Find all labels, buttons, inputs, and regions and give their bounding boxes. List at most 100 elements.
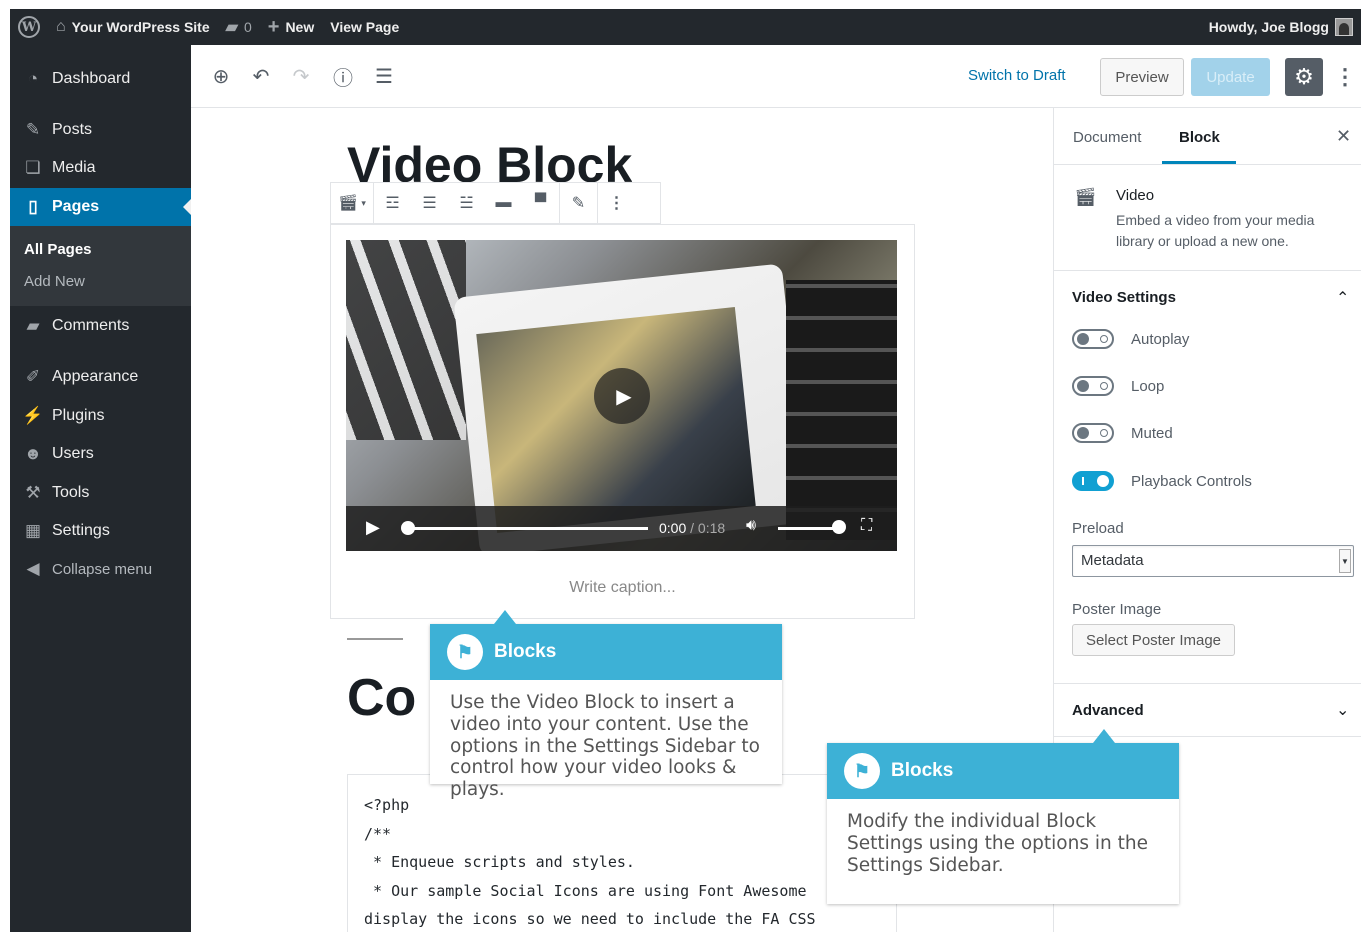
wordpress-logo-button[interactable]: W bbox=[10, 9, 48, 45]
progress-handle[interactable] bbox=[401, 521, 415, 535]
play-overlay-icon[interactable]: ▶ bbox=[594, 368, 650, 424]
my-account-link[interactable]: Howdy, Joe Blogg bbox=[1201, 9, 1361, 45]
time-display: 0:00 / 0:18 bbox=[659, 520, 725, 536]
post-title[interactable]: Video Block bbox=[347, 134, 632, 186]
align-left-icon[interactable]: ☲ bbox=[374, 183, 411, 223]
autoplay-label: Autoplay bbox=[1131, 331, 1190, 348]
blocks-callout-video: ⚑ Blocks Use the Video Block to insert a … bbox=[430, 610, 782, 800]
preload-select[interactable]: Metadata ▼ bbox=[1072, 545, 1354, 577]
block-card: 🎬︎ Video Embed a video from your media l… bbox=[1054, 165, 1361, 271]
switch-to-draft-link[interactable]: Switch to Draft bbox=[968, 67, 1066, 84]
settings-gear-button[interactable]: ⚙ bbox=[1285, 58, 1323, 96]
menu-item-users[interactable]: ☻ Users bbox=[10, 435, 191, 473]
menu-label: Plugins bbox=[52, 407, 105, 424]
menu-item-posts[interactable]: ✎ Posts bbox=[10, 111, 191, 149]
menu-item-dashboard[interactable]: ◔ Dashboard bbox=[10, 60, 191, 98]
flag-icon: ⚑ bbox=[844, 753, 880, 789]
plus-icon: + bbox=[267, 15, 280, 38]
callout-pointer bbox=[1093, 729, 1115, 743]
blocks-callout-settings: ⚑ Blocks Modify the individual Block Sett… bbox=[827, 729, 1179, 904]
update-button[interactable]: Update bbox=[1191, 58, 1270, 96]
new-label: New bbox=[285, 19, 315, 35]
pages-icon: ▯ bbox=[28, 197, 38, 216]
active-tab-indicator bbox=[1162, 161, 1236, 164]
code-line: * Enqueue scripts and styles. bbox=[364, 853, 635, 872]
preview-button[interactable]: Preview bbox=[1100, 58, 1184, 96]
select-poster-image-button[interactable]: Select Poster Image bbox=[1072, 624, 1235, 656]
site-name-link[interactable]: ⌂ Your WordPress Site bbox=[48, 9, 218, 45]
align-right-icon[interactable]: ☱ bbox=[448, 183, 485, 223]
close-icon[interactable]: ✕ bbox=[1336, 126, 1351, 147]
submenu-all-pages[interactable]: All Pages bbox=[24, 241, 92, 258]
menu-item-media[interactable]: ❏ Media bbox=[10, 149, 191, 187]
separator-block[interactable] bbox=[347, 638, 403, 640]
site-name-label: Your WordPress Site bbox=[71, 19, 210, 35]
playback-controls-toggle[interactable] bbox=[1072, 471, 1114, 491]
menu-label: Appearance bbox=[52, 368, 139, 385]
video-controls: ▶ 0:00 / 0:18 🔊︎ ⛶ bbox=[346, 506, 897, 551]
video-frame bbox=[786, 280, 897, 540]
menu-item-pages[interactable]: ▯ Pages bbox=[10, 188, 191, 226]
align-full-icon[interactable]: ▀ bbox=[522, 183, 559, 223]
muted-toggle[interactable] bbox=[1072, 423, 1114, 443]
redo-icon[interactable]: ↷ bbox=[288, 63, 314, 89]
flag-icon: ⚑ bbox=[447, 634, 483, 670]
comments-link[interactable]: ▰ 0 bbox=[218, 9, 260, 45]
align-wide-icon[interactable]: ▬ bbox=[485, 183, 522, 223]
edit-pencil-icon[interactable]: ✎ bbox=[560, 183, 597, 223]
menu-item-plugins[interactable]: ⚡ Plugins bbox=[10, 397, 191, 435]
comments-count: 0 bbox=[243, 19, 252, 35]
volume-icon[interactable]: 🔊︎ bbox=[746, 517, 756, 535]
editor-toolbar: ⊕ ↶ ↷ ⓘ ☰ Switch to Draft Preview Update… bbox=[191, 45, 1361, 108]
dashboard-icon: ◔ bbox=[27, 69, 39, 88]
callout-title: Blocks bbox=[891, 760, 954, 781]
menu-label: Pages bbox=[52, 198, 100, 215]
block-more-options-icon[interactable]: ⋮ bbox=[598, 183, 635, 223]
callout-body: Modify the individual Block Settings usi… bbox=[847, 811, 1148, 876]
chevron-down-icon[interactable]: ⌄ bbox=[1336, 700, 1349, 720]
submenu-add-new[interactable]: Add New bbox=[24, 273, 85, 290]
caption-input[interactable]: Write caption... bbox=[330, 579, 915, 597]
chevron-up-icon[interactable]: ⌃ bbox=[1336, 288, 1349, 308]
loop-label: Loop bbox=[1131, 378, 1165, 395]
collapse-menu-button[interactable]: ◀ Collapse menu bbox=[10, 550, 191, 588]
pages-submenu: All Pages Add New bbox=[10, 226, 191, 306]
volume-handle[interactable] bbox=[832, 520, 846, 534]
outline-icon[interactable]: ☰ bbox=[371, 63, 397, 89]
menu-item-settings[interactable]: ▦ Settings bbox=[10, 512, 191, 550]
align-center-icon[interactable]: ☰ bbox=[411, 183, 448, 223]
brush-icon: ✐ bbox=[25, 367, 41, 386]
info-icon[interactable]: ⓘ bbox=[330, 63, 356, 90]
tab-document[interactable]: Document bbox=[1073, 129, 1141, 146]
menu-item-comments[interactable]: ▰ Comments bbox=[10, 307, 191, 345]
undo-icon[interactable]: ↶ bbox=[248, 63, 274, 89]
menu-item-appearance[interactable]: ✐ Appearance bbox=[10, 358, 191, 396]
block-type-switcher[interactable]: 🎬︎ ▾ bbox=[331, 183, 373, 223]
comment-icon: ▰ bbox=[26, 316, 40, 335]
heading-block[interactable]: Co bbox=[347, 668, 416, 728]
block-name: Video bbox=[1116, 187, 1155, 204]
howdy-label: Howdy, Joe Blogg bbox=[1208, 19, 1329, 35]
advanced-panel-toggle[interactable]: Advanced bbox=[1072, 702, 1144, 719]
new-content-link[interactable]: + New bbox=[260, 9, 322, 45]
muted-label: Muted bbox=[1131, 425, 1173, 442]
menu-item-tools[interactable]: ⚒ Tools bbox=[10, 474, 191, 512]
more-options-icon[interactable]: ⋮ bbox=[1333, 61, 1357, 93]
tab-block[interactable]: Block bbox=[1179, 129, 1220, 146]
play-icon[interactable]: ▶ bbox=[366, 517, 380, 538]
preload-value: Metadata bbox=[1081, 552, 1144, 569]
view-page-link[interactable]: View Page bbox=[322, 9, 407, 45]
volume-slider[interactable] bbox=[778, 527, 838, 530]
menu-label: Settings bbox=[52, 522, 110, 539]
add-block-icon[interactable]: ⊕ bbox=[208, 63, 234, 89]
progress-bar[interactable] bbox=[408, 527, 648, 530]
user-icon: ☻ bbox=[24, 444, 42, 463]
loop-toggle[interactable] bbox=[1072, 376, 1114, 396]
video-settings-panel-toggle[interactable]: Video Settings bbox=[1072, 289, 1176, 306]
pin-icon: ✎ bbox=[25, 120, 41, 139]
code-line: * Our sample Social Icons are using Font… bbox=[364, 881, 807, 900]
fullscreen-icon[interactable]: ⛶ bbox=[861, 517, 872, 535]
autoplay-toggle[interactable] bbox=[1072, 329, 1114, 349]
video-frame bbox=[346, 240, 466, 440]
chevron-down-icon: ▾ bbox=[361, 197, 366, 208]
